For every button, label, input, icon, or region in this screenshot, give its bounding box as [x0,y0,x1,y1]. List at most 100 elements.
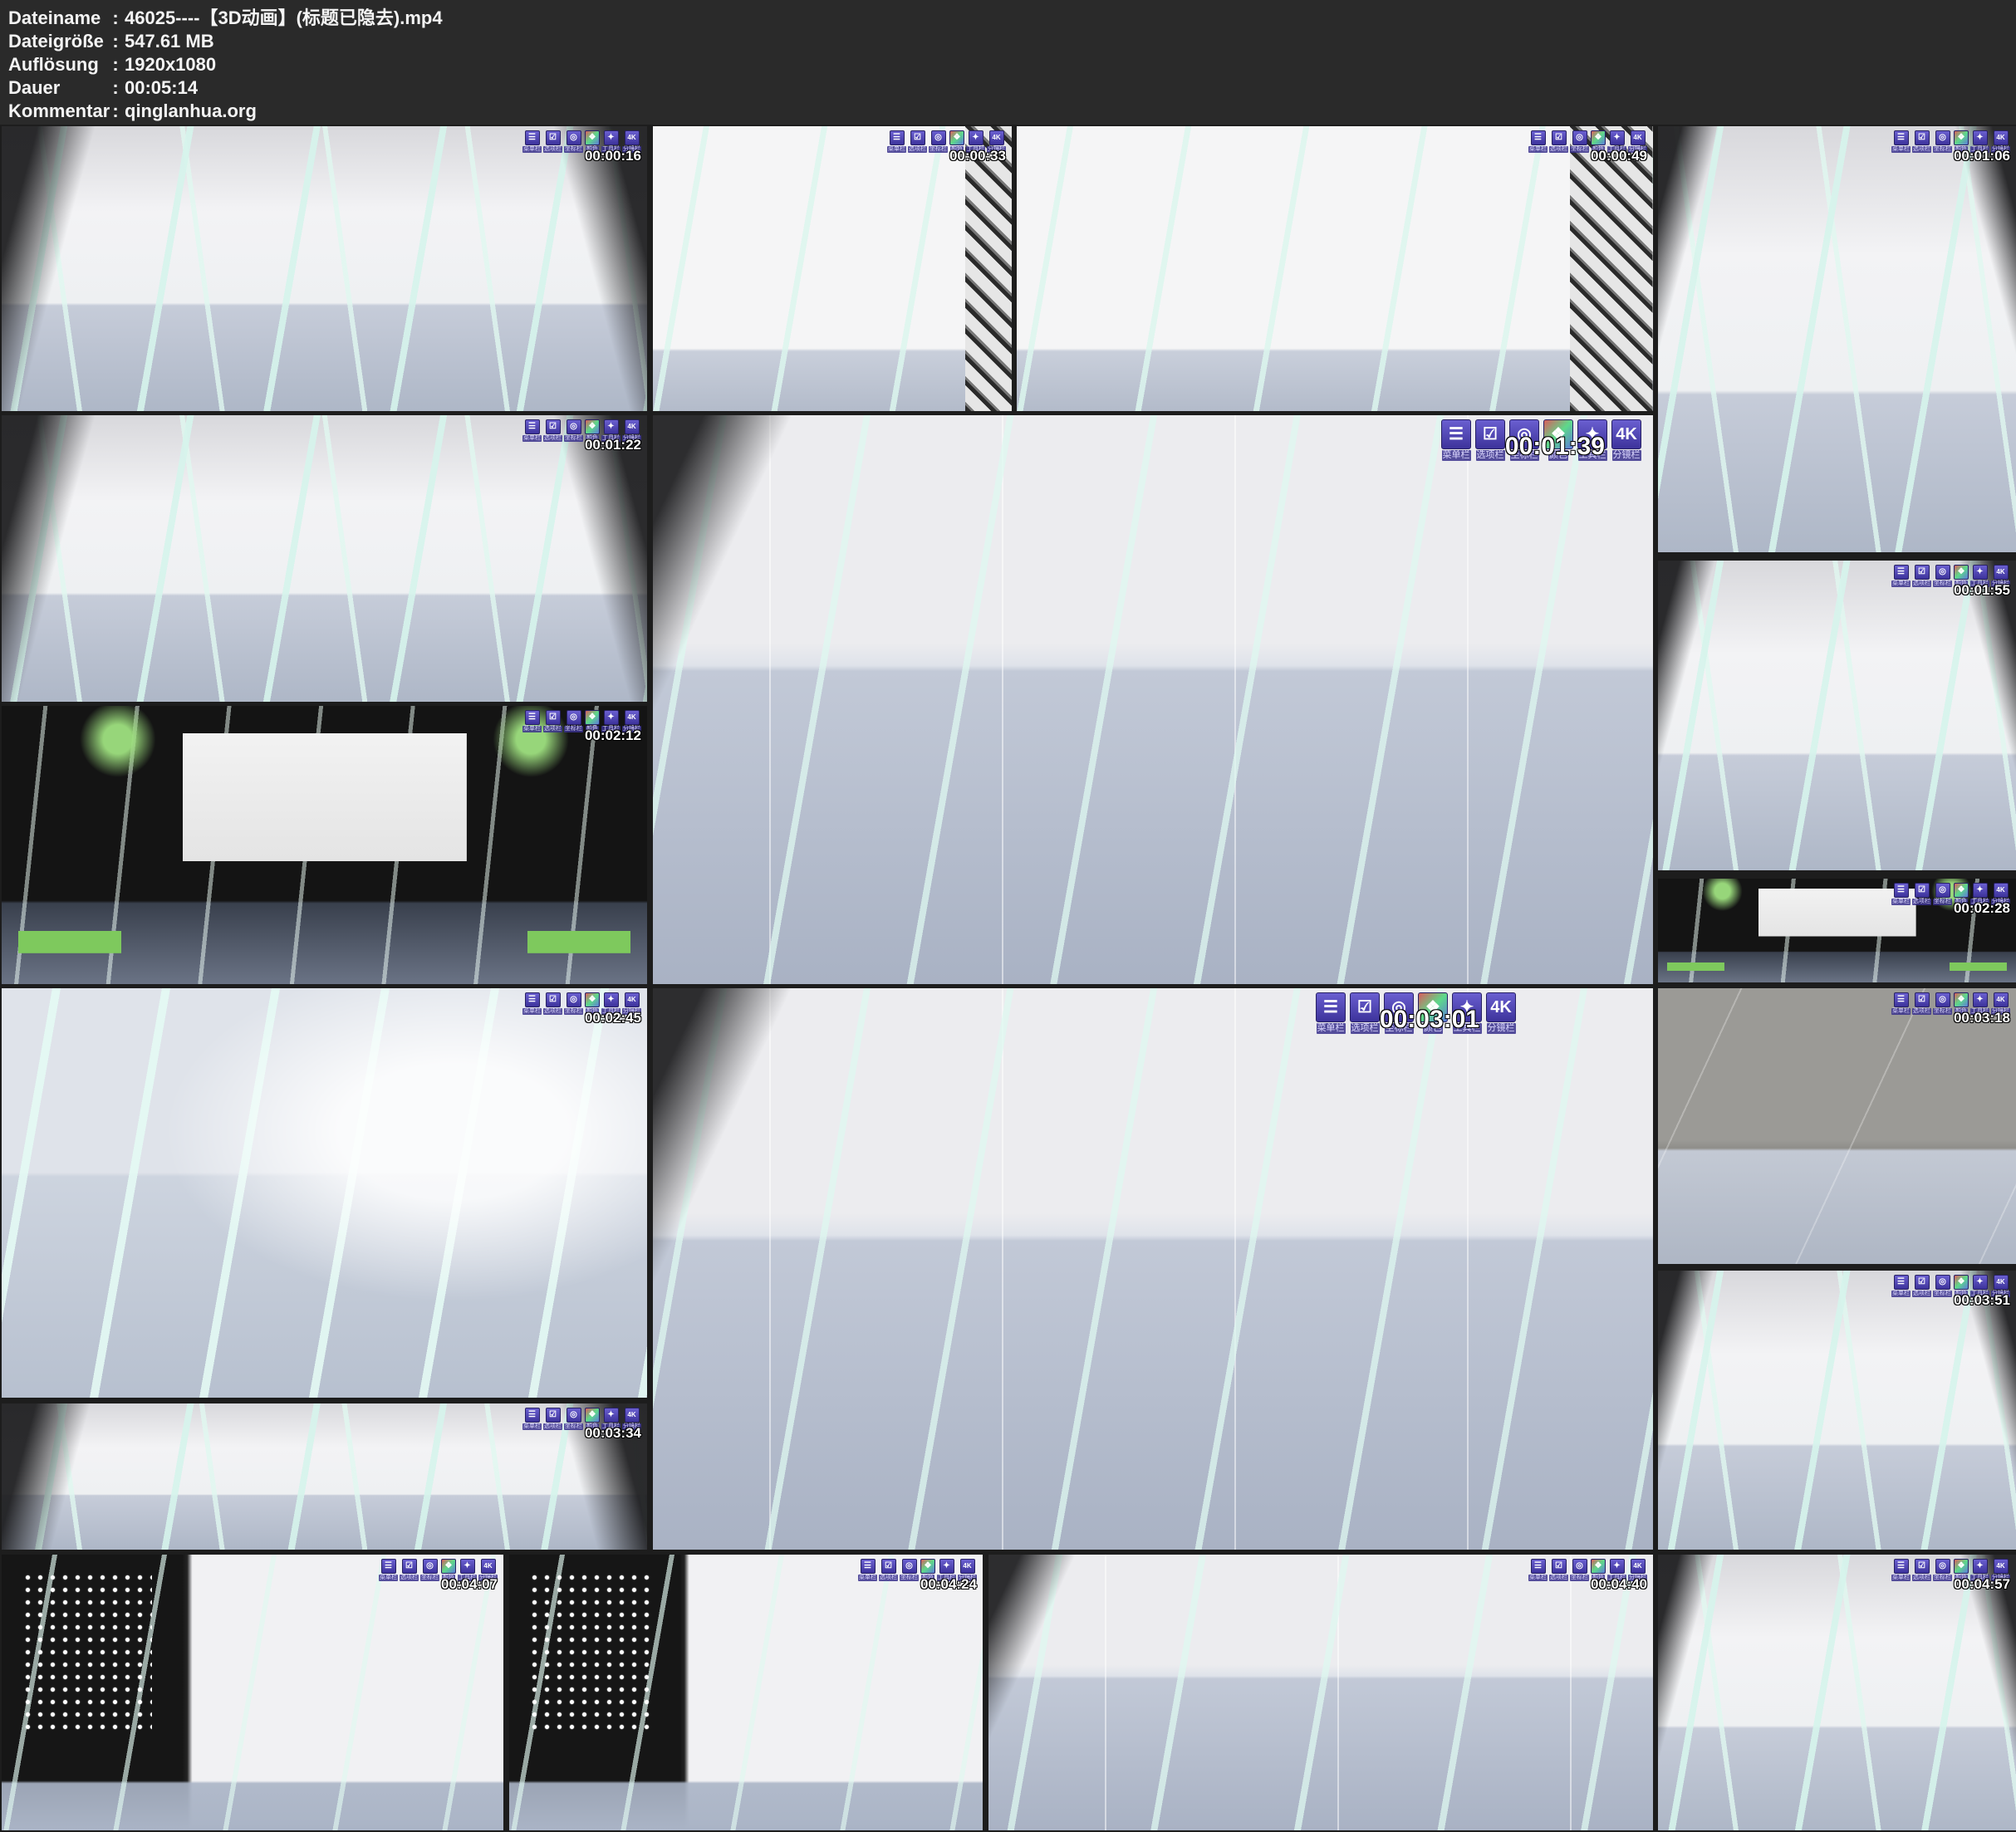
menu-icon: ☰菜单栏 [858,1559,877,1581]
options-icon: ☑选项栏 [1350,992,1380,1034]
frame-timestamp: 00:01:06 [1954,148,2010,164]
coordinates-icon: ◎坐标栏 [1933,1559,1952,1581]
player-overlay: ☰菜单栏☑选项栏◎坐标栏❖颜色✦工具栏4K分镜栏00:03:51 [1891,1275,2010,1309]
coordinates-icon: ◎坐标栏 [1933,1275,1952,1297]
frame-timestamp: 00:01:55 [1954,582,2010,599]
video-frame-thumbnail: ☰菜单栏☑选项栏◎坐标栏❖颜色✦工具栏4K分镜栏00:02:28 [1658,879,2016,982]
player-overlay: ☰菜单栏☑选项栏◎坐标栏❖颜色✦工具栏4K分镜栏00:02:45 [522,992,641,1026]
options-icon: ☑选项栏 [1912,565,1931,587]
menu-icon: ☰菜单栏 [522,419,542,442]
player-overlay: ☰菜单栏☑选项栏◎坐标栏❖颜色✦工具栏4K分镜栏00:00:49 [1528,130,1647,164]
player-overlay: ☰菜单栏☑选项栏◎坐标栏❖颜色✦工具栏4K分镜栏00:04:40 [1528,1559,1647,1593]
coordinates-icon: ◎坐标栏 [1570,1559,1589,1581]
menu-icon: ☰菜单栏 [522,992,542,1015]
coordinates-icon: ◎坐标栏 [1933,130,1952,153]
metadata-separator: : [106,30,125,53]
comment-value: qinglanhua.org [125,100,257,121]
filesize-value: 547.61 MB [125,31,214,51]
metadata-row-comment: Kommentar:qinglanhua.org [8,100,257,123]
player-overlay: ☰菜单栏☑选项栏◎坐标栏❖颜色✦工具栏4K分镜栏00:03:01 [1316,992,1516,1034]
options-icon: ☑选项栏 [908,130,927,153]
frame-timestamp: 00:04:40 [1591,1576,1647,1593]
coordinates-icon: ◎坐标栏 [1933,565,1952,587]
video-frame-thumbnail: ☰菜单栏☑选项栏◎坐标栏❖颜色✦工具栏4K分镜栏00:01:39 [653,415,1653,984]
frame-timestamp: 00:02:28 [1954,900,2010,917]
player-overlay: ☰菜单栏☑选项栏◎坐标栏❖颜色✦工具栏4K分镜栏00:00:16 [522,130,641,164]
player-overlay: ☰菜单栏☑选项栏◎坐标栏❖颜色✦工具栏4K分镜栏00:01:06 [1891,130,2010,164]
video-frame-thumbnail: ☰菜单栏☑选项栏◎坐标栏❖颜色✦工具栏4K分镜栏00:02:12 [2,706,647,984]
player-overlay: ☰菜单栏☑选项栏◎坐标栏❖颜色✦工具栏4K分镜栏00:01:39 [1441,419,1641,461]
coordinates-icon: ◎坐标栏 [564,1408,583,1430]
menu-icon: ☰菜单栏 [1891,130,1911,153]
frame-timestamp: 00:04:57 [1954,1576,2010,1593]
duration-value: 00:05:14 [125,77,198,98]
4k-icon: 4K分镜栏 [1611,419,1641,461]
frame-timestamp: 00:02:45 [585,1010,641,1026]
menu-icon: ☰菜单栏 [522,1408,542,1430]
coordinates-icon: ◎坐标栏 [900,1559,919,1581]
frame-timestamp: 00:00:49 [1591,148,1647,164]
options-icon: ☑选项栏 [400,1559,419,1581]
coordinates-icon: ◎坐标栏 [564,130,583,153]
metadata-label: Dateigröße [8,30,106,53]
metadata-label: Dauer [8,76,106,100]
coordinates-icon: ◎坐标栏 [420,1559,439,1581]
4k-icon: 4K分镜栏 [1486,992,1516,1034]
menu-icon: ☰菜单栏 [1528,130,1548,153]
options-icon: ☑选项栏 [1549,1559,1568,1581]
file-metadata-header: Dateiname:46025----【3D动画】(标题已隐去).mp4 Dat… [0,0,2016,125]
metadata-row-filename: Dateiname:46025----【3D动画】(标题已隐去).mp4 [8,7,443,30]
options-icon: ☑选项栏 [543,992,562,1015]
player-overlay: ☰菜单栏☑选项栏◎坐标栏❖颜色✦工具栏4K分镜栏00:01:22 [522,419,641,453]
metadata-separator: : [106,53,125,76]
metadata-row-filesize: Dateigröße:547.61 MB [8,30,214,53]
frame-timestamp: 00:02:12 [585,727,641,744]
frame-timestamp: 00:04:24 [920,1576,977,1593]
menu-icon: ☰菜单栏 [887,130,906,153]
video-frame-thumbnail: ☰菜单栏☑选项栏◎坐标栏❖颜色✦工具栏4K分镜栏00:03:01 [653,988,1653,1550]
video-frame-thumbnail: ☰菜单栏☑选项栏◎坐标栏❖颜色✦工具栏4K分镜栏00:01:06 [1658,126,2016,552]
video-frame-thumbnail: ☰菜单栏☑选项栏◎坐标栏❖颜色✦工具栏4K分镜栏00:04:07 [2,1555,503,1830]
menu-icon: ☰菜单栏 [1316,992,1346,1034]
coordinates-icon: ◎坐标栏 [564,710,583,732]
player-overlay: ☰菜单栏☑选项栏◎坐标栏❖颜色✦工具栏4K分镜栏00:03:18 [1891,992,2010,1026]
frame-timestamp: 00:01:22 [585,437,641,453]
filename-value: 46025----【3D动画】(标题已隐去).mp4 [125,7,443,28]
options-icon: ☑选项栏 [543,419,562,442]
player-overlay: ☰菜单栏☑选项栏◎坐标栏❖颜色✦工具栏4K分镜栏00:01:55 [1891,565,2010,599]
coordinates-icon: ◎坐标栏 [564,992,583,1015]
options-icon: ☑选项栏 [1912,992,1931,1015]
video-contact-sheet: Dateiname:46025----【3D动画】(标题已隐去).mp4 Dat… [0,0,2016,1832]
video-frame-thumbnail: ☰菜单栏☑选项栏◎坐标栏❖颜色✦工具栏4K分镜栏00:00:49 [1017,126,1653,411]
video-frame-thumbnail: ☰菜单栏☑选项栏◎坐标栏❖颜色✦工具栏4K分镜栏00:03:18 [1658,988,2016,1264]
coordinates-icon: ◎坐标栏 [1933,883,1952,905]
coordinates-icon: ◎坐标栏 [1570,130,1589,153]
metadata-row-duration: Dauer:00:05:14 [8,76,198,100]
video-frame-thumbnail: ☰菜单栏☑选项栏◎坐标栏❖颜色✦工具栏4K分镜栏00:04:24 [509,1555,983,1830]
frame-timestamp: 00:03:18 [1954,1010,2010,1026]
menu-icon: ☰菜单栏 [1891,1559,1911,1581]
player-overlay: ☰菜单栏☑选项栏◎坐标栏❖颜色✦工具栏4K分镜栏00:04:57 [1891,1559,2010,1593]
video-frame-thumbnail: ☰菜单栏☑选项栏◎坐标栏❖颜色✦工具栏4K分镜栏00:01:22 [2,415,647,702]
menu-icon: ☰菜单栏 [1891,883,1911,905]
video-frame-thumbnail: ☰菜单栏☑选项栏◎坐标栏❖颜色✦工具栏4K分镜栏00:03:34 [2,1403,647,1550]
video-frame-thumbnail: ☰菜单栏☑选项栏◎坐标栏❖颜色✦工具栏4K分镜栏00:00:33 [653,126,1012,411]
player-overlay: ☰菜单栏☑选项栏◎坐标栏❖颜色✦工具栏4K分镜栏00:02:28 [1891,883,2010,917]
frame-timestamp: 00:03:01 [1380,1006,1479,1034]
frame-timestamp: 00:00:33 [949,148,1006,164]
thumbnail-grid: ☰菜单栏☑选项栏◎坐标栏❖颜色✦工具栏4K分镜栏00:00:16 ☰菜单栏☑选项… [0,125,2016,1832]
frame-timestamp: 00:03:34 [585,1425,641,1442]
frame-timestamp: 00:00:16 [585,148,641,164]
options-icon: ☑选项栏 [1912,883,1931,905]
options-icon: ☑选项栏 [543,1408,562,1430]
metadata-label: Kommentar [8,100,106,123]
player-overlay: ☰菜单栏☑选项栏◎坐标栏❖颜色✦工具栏4K分镜栏00:00:33 [887,130,1006,164]
video-frame-thumbnail: ☰菜单栏☑选项栏◎坐标栏❖颜色✦工具栏4K分镜栏00:02:45 [2,988,647,1398]
video-frame-thumbnail: ☰菜单栏☑选项栏◎坐标栏❖颜色✦工具栏4K分镜栏00:01:55 [1658,561,2016,870]
metadata-label: Dateiname [8,7,106,30]
video-frame-thumbnail: ☰菜单栏☑选项栏◎坐标栏❖颜色✦工具栏4K分镜栏00:04:57 [1658,1555,2016,1830]
frame-timestamp: 00:01:39 [1505,433,1605,461]
resolution-value: 1920x1080 [125,54,216,75]
menu-icon: ☰菜单栏 [522,130,542,153]
menu-icon: ☰菜单栏 [379,1559,398,1581]
